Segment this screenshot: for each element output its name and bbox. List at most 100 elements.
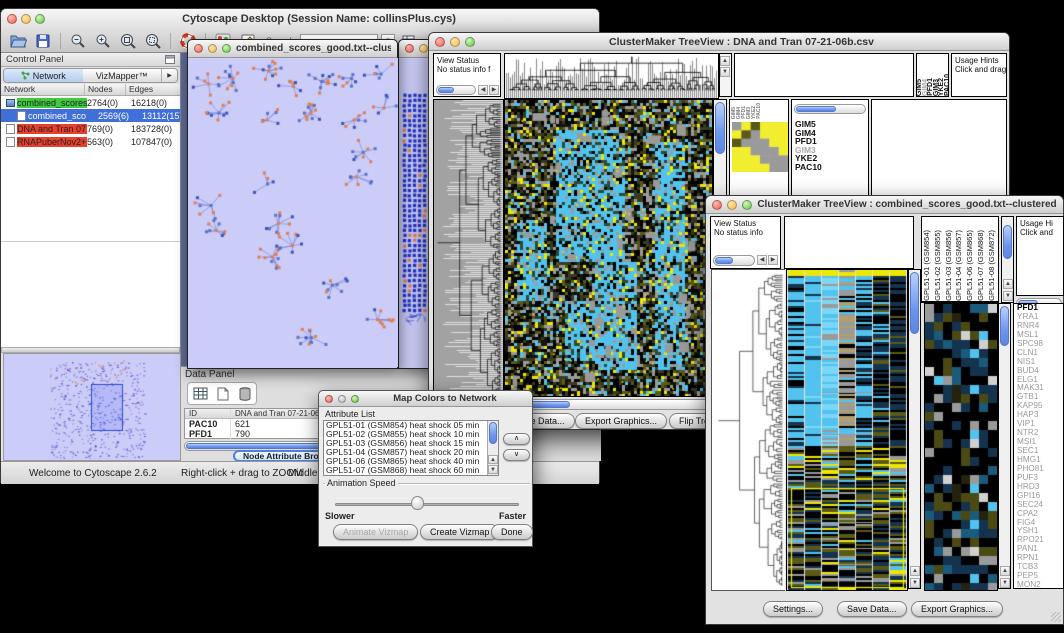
scroll-up-icon[interactable]: ▲ — [720, 56, 730, 66]
new-attribute-icon[interactable] — [217, 387, 229, 401]
network-doc-icon — [17, 111, 26, 121]
faster-label: Faster — [499, 511, 526, 521]
tv1-row-dendrogram[interactable] — [433, 99, 504, 397]
scroll-down-icon[interactable]: ▼ — [1003, 291, 1013, 301]
tv1-view-status: View StatusNo status info f ◀ ▶ — [433, 53, 501, 97]
tv1-column-dendrogram[interactable] — [504, 53, 719, 99]
tv2-export-graphics-button[interactable]: Export Graphics... — [911, 601, 1003, 617]
scroll-right-icon[interactable]: ▶ — [489, 85, 499, 95]
minimize-button[interactable] — [419, 44, 428, 53]
attribute-select-icon[interactable] — [193, 387, 208, 400]
minimize-button[interactable] — [208, 44, 217, 53]
column-label[interactable]: GPL51-03 (GSM856) — [944, 230, 955, 301]
tv2-labels-vscrollbar[interactable]: ▲ ▼ — [1001, 216, 1014, 303]
minimize-button[interactable] — [338, 395, 346, 403]
network-doc-icon — [6, 124, 15, 134]
tab-vizmapper[interactable]: VizMapper™ — [83, 69, 162, 82]
network-canvas-2[interactable] — [400, 58, 429, 367]
network-doc-icon — [6, 137, 15, 147]
zoom-fit-button[interactable] — [117, 31, 139, 51]
tv1-export-graphics-button[interactable]: Export Graphics... — [575, 413, 667, 429]
scroll-up-icon[interactable]: ▲ — [1003, 279, 1013, 289]
network-row[interactable]: RNAPuberNov2+ 563(0) 107847(0) — [1, 135, 180, 148]
tv1-heatmap[interactable] — [504, 99, 713, 397]
done-button[interactable]: Done — [491, 524, 533, 540]
zoom-button[interactable] — [351, 395, 359, 403]
tv2-zoom-vscrollbar[interactable]: ▲ ▼ — [998, 303, 1011, 589]
scroll-up-icon[interactable]: ▲ — [488, 455, 498, 464]
zoom-button[interactable] — [222, 44, 231, 53]
tv2-save-data-button[interactable]: Save Data... — [837, 601, 907, 617]
close-button[interactable] — [405, 44, 414, 53]
tv1-heatmap-hscrollbar[interactable] — [504, 399, 711, 410]
tab-overflow-arrow-icon[interactable]: ▶ — [161, 69, 177, 82]
close-button[interactable] — [435, 37, 445, 47]
tv1-global-matrix[interactable] — [732, 122, 788, 172]
tv2-status-hscrollbar[interactable] — [713, 255, 755, 266]
tv2-settings-button[interactable]: Settings... — [763, 601, 823, 617]
tv2-row-dendrogram[interactable] — [711, 269, 785, 591]
zoom-selected-button[interactable] — [142, 31, 164, 51]
network-row[interactable]: DNA and Tran 07 769(0) 183728(0) — [1, 122, 180, 135]
column-label[interactable]: PAC10 — [945, 74, 950, 96]
column-label[interactable]: GPL51-04 (GSM857) — [954, 230, 965, 301]
move-up-button[interactable]: ∧ — [503, 433, 530, 445]
zoom-in-button[interactable] — [92, 31, 114, 51]
column-label[interactable]: GPL51-08 (GSM872) — [987, 230, 998, 301]
network-row[interactable]: combined_scores 2764(0) 16218(0) — [1, 96, 180, 109]
minimize-button[interactable] — [450, 37, 460, 47]
attribute-list: GPL51-01 (GSM854) heat shock 05 minGPL51… — [323, 420, 499, 476]
zoom-button[interactable] — [742, 200, 752, 210]
network-row[interactable]: combined_sco 2569(6) 13112(15) — [1, 109, 180, 122]
birdseye-view[interactable] — [3, 353, 181, 461]
gene-label[interactable]: PAC10 — [792, 163, 868, 172]
close-button[interactable] — [325, 395, 333, 403]
tv1-gene-hscrollbar[interactable] — [794, 104, 866, 114]
resize-grip[interactable] — [1051, 612, 1061, 622]
minimize-button[interactable] — [727, 200, 737, 210]
scroll-down-icon[interactable]: ▼ — [1000, 578, 1010, 588]
close-button[interactable] — [712, 200, 722, 210]
scroll-right-icon[interactable]: ▶ — [768, 255, 778, 265]
column-label[interactable]: GPL51-01 (GSM854) — [922, 230, 933, 301]
close-button[interactable] — [7, 14, 17, 24]
status-pan-hint: Middle- — [288, 468, 321, 479]
scroll-down-icon[interactable]: ▼ — [488, 465, 498, 474]
save-session-button[interactable] — [32, 31, 54, 51]
column-label[interactable]: GPL51-02 (GSM855) — [933, 230, 944, 301]
speed-slider-thumb[interactable] — [411, 496, 424, 510]
column-label[interactable]: GPL51-06 (GSM865) — [965, 230, 976, 301]
float-panel-icon[interactable] — [165, 55, 175, 64]
animate-vizmap-button[interactable]: Animate Vizmap — [333, 524, 418, 540]
open-session-button[interactable] — [7, 31, 29, 51]
tv2-heatmap-vscrollbar[interactable]: ▲ ▼ — [908, 269, 921, 589]
speed-slider-track[interactable] — [335, 503, 519, 506]
scroll-up-icon[interactable]: ▲ — [910, 566, 920, 576]
dialog-title: Map Colors to Network — [364, 393, 526, 404]
create-vizmap-button[interactable]: Create Vizmap — [420, 524, 499, 540]
network-canvas-1[interactable] — [189, 58, 398, 367]
control-panel-title: Control Panel — [6, 54, 64, 65]
scroll-left-icon[interactable]: ◀ — [478, 85, 488, 95]
network-window-title: combined_scores_good.txt--cluste... — [236, 43, 391, 54]
scroll-down-icon[interactable]: ▼ — [910, 578, 920, 588]
zoom-out-button[interactable] — [67, 31, 89, 51]
tv2-zoom-heatmap[interactable] — [924, 303, 998, 591]
tv1-status-hscrollbar[interactable] — [436, 85, 476, 95]
minimize-button[interactable] — [21, 14, 31, 24]
tab-network[interactable]: Network — [4, 69, 83, 82]
gene-label[interactable]: MON2 — [1014, 581, 1063, 589]
scroll-down-icon[interactable]: ▼ — [720, 67, 730, 77]
close-button[interactable] — [194, 44, 203, 53]
attribute-item[interactable]: GPL51-07 (GSM868) heat shock 60 min — [324, 466, 498, 475]
scroll-left-icon[interactable]: ◀ — [757, 255, 767, 265]
move-down-button[interactable]: ∨ — [503, 449, 530, 461]
scroll-up-icon[interactable]: ▲ — [1000, 566, 1010, 576]
column-label[interactable]: GPL51-07 (GSM868) — [976, 230, 987, 301]
attr-col-id[interactable]: ID — [185, 409, 231, 418]
tv2-heatmap[interactable] — [786, 269, 908, 591]
zoom-button[interactable] — [35, 14, 45, 24]
zoom-button[interactable] — [465, 37, 475, 47]
delete-attribute-icon[interactable] — [239, 387, 251, 401]
tv1-mini-vscroll[interactable]: ▲ ▼ — [719, 53, 732, 97]
